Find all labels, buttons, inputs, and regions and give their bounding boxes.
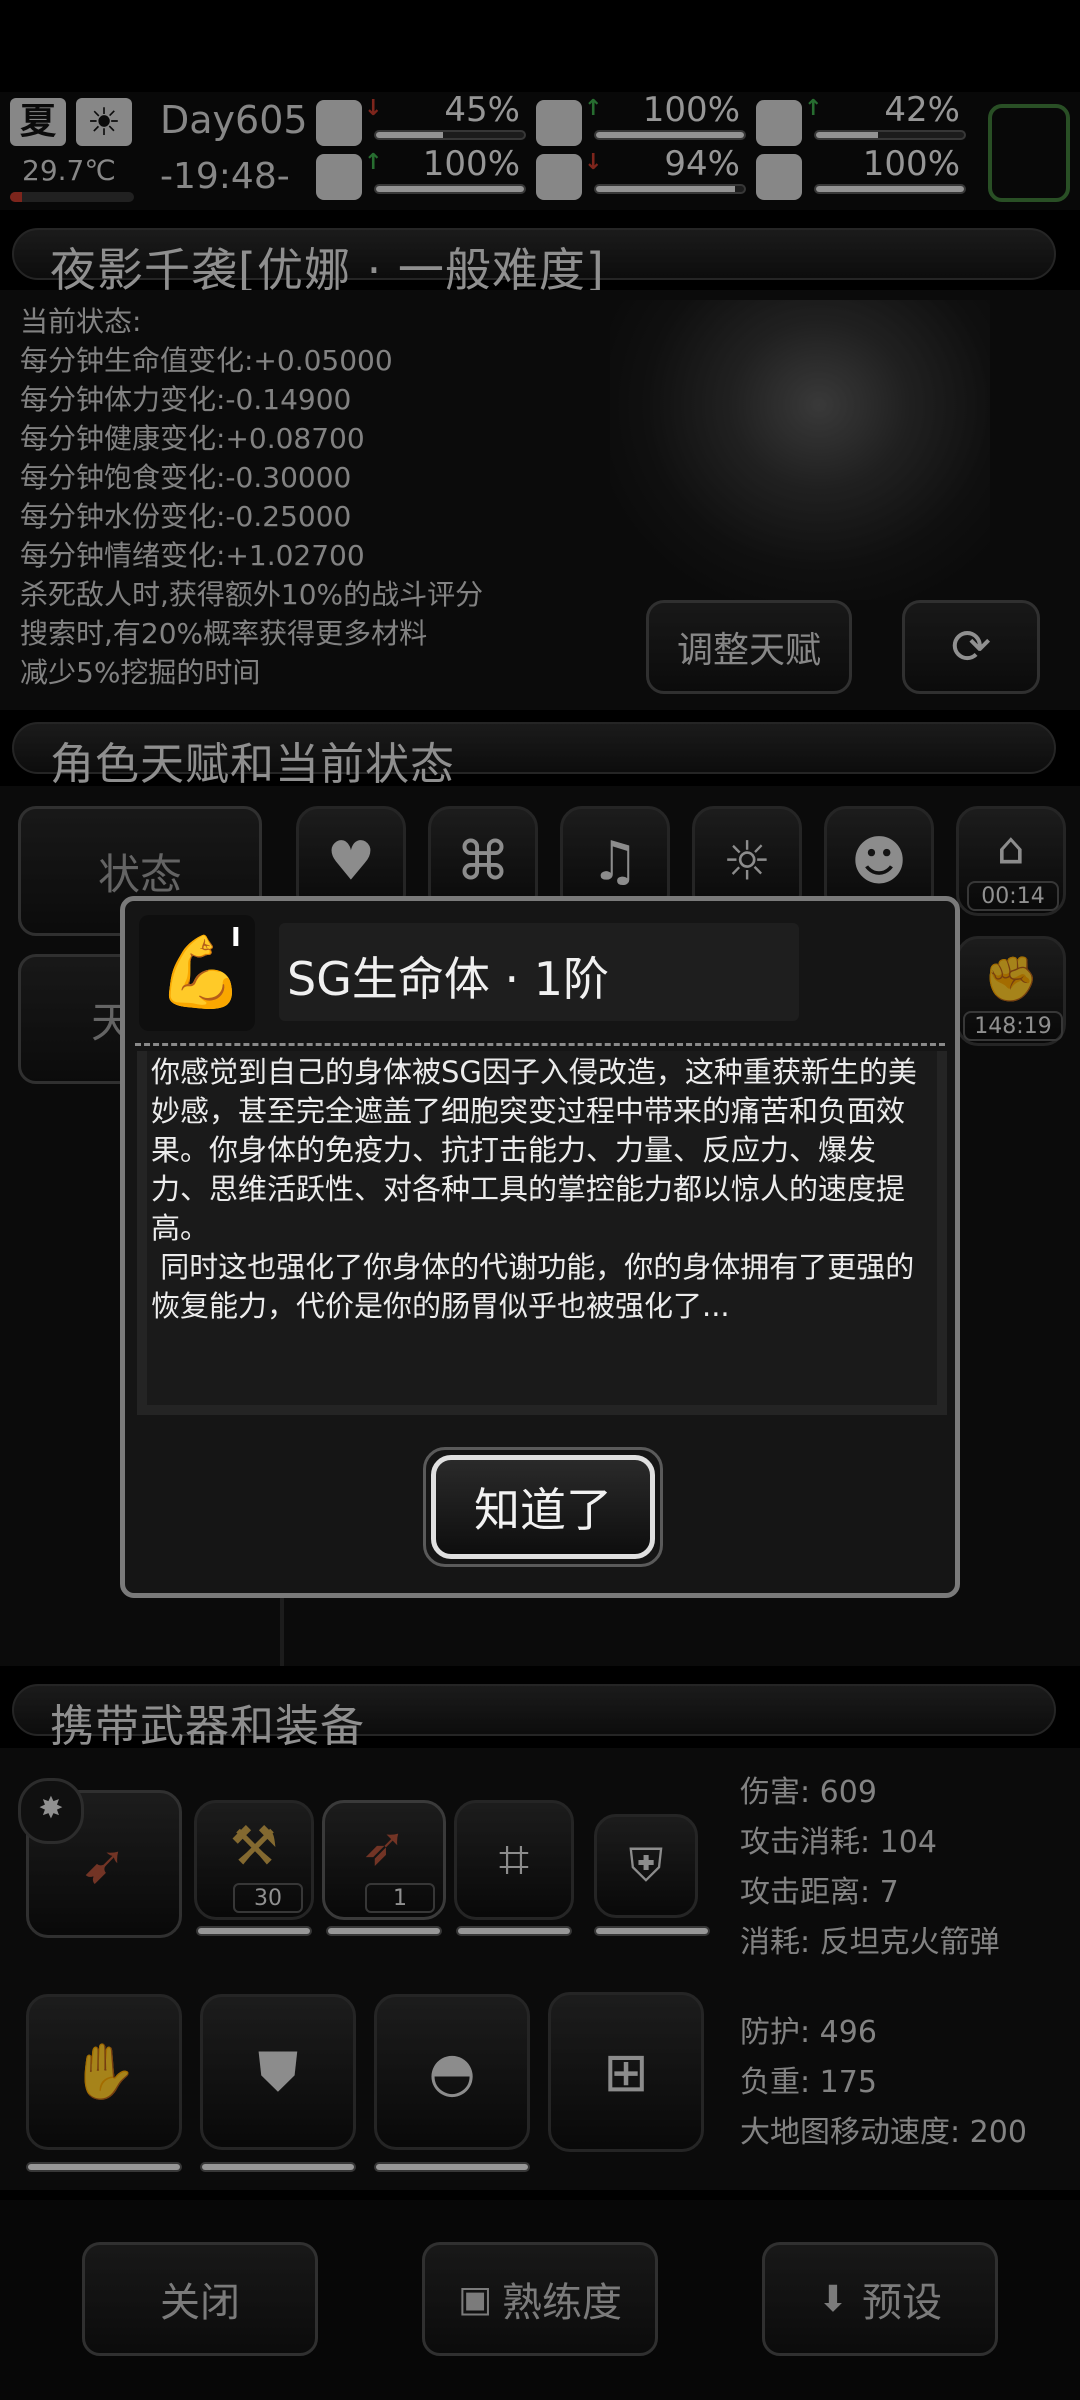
dialog-description: 你感觉到自己的身体被SG因子入侵改造，这种重获新生的美妙感，甚至完全遮盖了细胞突…	[151, 1053, 931, 1326]
dialog-paragraph-1: 你感觉到自己的身体被SG因子入侵改造，这种重获新生的美妙感，甚至完全遮盖了细胞突…	[151, 1055, 917, 1245]
dialog-title: SG生命体 · 1阶	[287, 952, 609, 1006]
talent-icon-frame: 💪 I	[139, 915, 255, 1031]
talent-dialog: 💪 I SG生命体 · 1阶 你感觉到自己的身体被SG因子入侵改造，这种重获新生…	[120, 896, 960, 1598]
dialog-paragraph-2: 同时这也强化了你身体的代谢功能，你的身体拥有了更强的恢复能力，代价是你的肠胃似乎…	[151, 1250, 915, 1323]
dialog-separator	[135, 1043, 945, 1046]
dialog-text-box: 你感觉到自己的身体被SG因子入侵改造，这种重获新生的美妙感，甚至完全遮盖了细胞突…	[137, 1051, 947, 1415]
dialog-title-box: SG生命体 · 1阶	[279, 923, 799, 1021]
confirm-button[interactable]: 知道了	[431, 1455, 655, 1559]
tier-mark: I	[231, 923, 241, 953]
